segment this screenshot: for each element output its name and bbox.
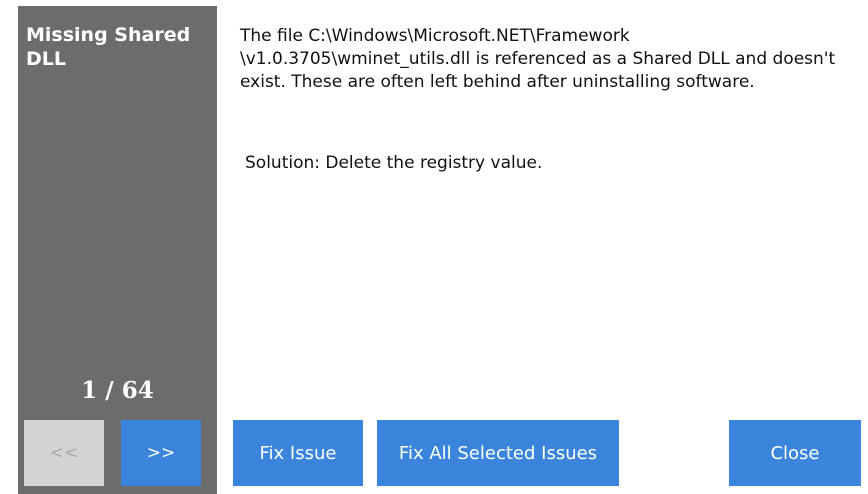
fix-all-selected-issues-button[interactable]: Fix All Selected Issues bbox=[377, 420, 619, 486]
issue-solution: Solution: Delete the registry value. bbox=[245, 153, 543, 173]
issue-dialog: Missing Shared DLL 1 / 64 << >> The file… bbox=[0, 0, 868, 494]
issue-description: The file C:\Windows\Microsoft.NET\Framew… bbox=[240, 26, 836, 92]
next-issue-button[interactable]: >> bbox=[121, 420, 201, 486]
issue-title: Missing Shared DLL bbox=[26, 24, 191, 70]
fix-issue-button[interactable]: Fix Issue bbox=[233, 420, 363, 486]
issue-counter: 1 / 64 bbox=[81, 377, 154, 404]
close-button[interactable]: Close bbox=[729, 420, 861, 486]
previous-issue-button[interactable]: << bbox=[24, 420, 104, 486]
issue-sidebar: Missing Shared DLL 1 / 64 << >> bbox=[18, 6, 217, 494]
